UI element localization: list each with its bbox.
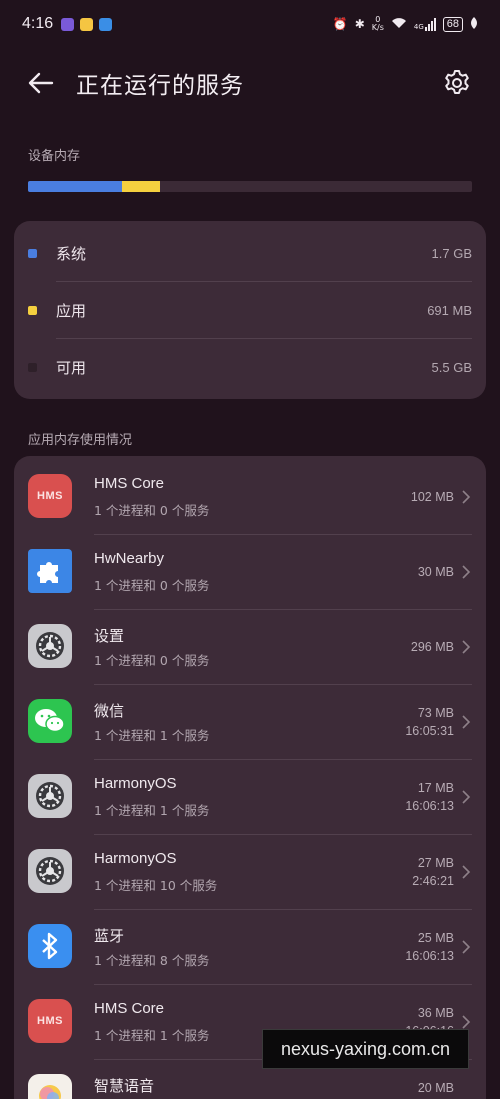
app-row[interactable]: HarmonyOS 1 个进程和 1 个服务 17 MB 16:06:13 [14, 760, 486, 835]
app-run-time: 2:46:21 [412, 874, 454, 888]
back-button[interactable] [26, 68, 56, 98]
chevron-right-icon [462, 490, 471, 504]
chevron-right-icon [462, 790, 471, 804]
legend-label: 系统 [56, 244, 87, 263]
alarm-icon: ⏰ [332, 17, 348, 31]
app-name: 智慧语音 [94, 1078, 155, 1095]
legend-label: 可用 [56, 358, 87, 377]
device-memory-label: 设备内存 [28, 149, 81, 164]
app-memory-size: 73 MB [417, 706, 454, 720]
app-memory-size: 296 MB [410, 640, 454, 654]
chevron-right-icon [462, 715, 471, 729]
legend-value: 5.5 GB [431, 359, 472, 375]
legend-dot-free [28, 362, 37, 372]
bluetooth-icon [28, 924, 72, 968]
app-run-time: 16:05:31 [405, 724, 454, 738]
app-process-info: 1 个进程和 1 个服务 [94, 1028, 210, 1043]
app-name: 微信 [94, 703, 125, 720]
app-memory-size: 102 MB [410, 490, 454, 504]
app-row[interactable]: 设置 1 个进程和 0 个服务 296 MB [14, 610, 486, 685]
battery-indicator: 68 [442, 16, 463, 32]
app-memory-size: 20 MB [417, 1081, 454, 1095]
status-bar: 4:16 ⏰ ✱ 0 K/s 4G 68 [0, 0, 500, 48]
watermark: nexus-yaxing.com.cn [262, 1029, 469, 1069]
app-row[interactable]: 蓝牙 1 个进程和 8 个服务 25 MB 16:06:13 [14, 910, 486, 985]
status-time: 4:16 [22, 15, 54, 32]
app-run-time: 16:06:13 [405, 799, 454, 813]
memory-bar-system-segment [28, 181, 123, 192]
app-name: HarmonyOS [94, 850, 177, 867]
app-row[interactable]: HwNearby 1 个进程和 0 个服务 30 MB [14, 535, 486, 610]
legend-value: 691 MB [427, 302, 472, 318]
network-speed: 0 K/s [371, 15, 384, 32]
app-process-info: 1 个进程和 8 个服务 [94, 953, 210, 968]
app-name: HarmonyOS [94, 775, 177, 792]
app-process-info: 1 个进程和 1 个服务 [94, 803, 210, 818]
app-memory-size: 27 MB [417, 856, 454, 870]
charging-leaf-icon [470, 16, 478, 32]
legend-dot-apps [28, 305, 37, 315]
notification-app-icon [61, 17, 75, 31]
back-arrow-icon [28, 72, 54, 94]
app-list-card: HMS HMS Core 1 个进程和 0 个服务 102 MB HwNearb… [14, 456, 486, 1099]
settings-gear-icon [28, 849, 72, 893]
legend-row-free: 可用 5.5 GB [14, 339, 486, 395]
app-memory-label: 应用内存使用情况 [28, 433, 133, 448]
legend-label: 应用 [56, 301, 87, 320]
puzzle-icon [28, 549, 72, 593]
legend-dot-system [28, 248, 37, 258]
app-row[interactable]: HMS HMS Core 1 个进程和 0 个服务 102 MB [14, 460, 486, 535]
app-process-info: 1 个进程和 10 个服务 [94, 878, 218, 893]
app-process-info: 1 个进程和 1 个服务 [94, 728, 210, 743]
app-name: 设置 [94, 628, 125, 645]
notification-app-icon [80, 17, 94, 31]
hms-core-icon: HMS [28, 474, 72, 518]
settings-gear-icon [28, 774, 72, 818]
chevron-right-icon [462, 565, 471, 579]
app-name: 蓝牙 [94, 928, 125, 945]
hms-core-icon: HMS [28, 999, 72, 1043]
wifi-icon [391, 17, 407, 32]
app-run-time: 16:06:13 [405, 949, 454, 963]
cell-signal-icon: 4G [414, 17, 436, 31]
app-row[interactable]: 微信 1 个进程和 1 个服务 73 MB 16:05:31 [14, 685, 486, 760]
app-process-info: 1 个进程和 0 个服务 [94, 653, 210, 668]
wechat-icon [28, 699, 72, 743]
settings-button[interactable] [443, 69, 471, 97]
app-name: HMS Core [94, 475, 165, 492]
app-memory-size: 30 MB [417, 565, 454, 579]
gear-icon [445, 70, 469, 94]
app-row[interactable]: HarmonyOS 1 个进程和 10 个服务 27 MB 2:46:21 [14, 835, 486, 910]
memory-legend-card: 系统 1.7 GB 应用 691 MB 可用 5.5 GB [14, 221, 486, 399]
app-memory-size: 25 MB [417, 931, 454, 945]
app-process-info: 1 个进程和 0 个服务 [94, 578, 210, 593]
chevron-right-icon [462, 640, 471, 654]
chevron-right-icon [462, 1015, 471, 1029]
legend-row-system: 系统 1.7 GB [14, 225, 486, 281]
app-name: HMS Core [94, 1000, 165, 1017]
app-memory-size: 36 MB [417, 1006, 454, 1020]
legend-value: 1.7 GB [431, 245, 472, 261]
page-title: 正在运行的服务 [76, 73, 244, 99]
smart-voice-icon [28, 1074, 72, 1099]
app-bar: 正在运行的服务 [0, 52, 500, 112]
settings-gear-icon [28, 624, 72, 668]
notification-app-icon [99, 17, 113, 31]
bluetooth-status-icon: ✱ [354, 17, 365, 31]
app-name: HwNearby [94, 550, 165, 567]
chevron-right-icon [462, 940, 471, 954]
legend-row-apps: 应用 691 MB [14, 282, 486, 338]
memory-bar-apps-segment [122, 181, 160, 192]
chevron-right-icon [462, 865, 471, 879]
app-memory-size: 17 MB [417, 781, 454, 795]
app-process-info: 1 个进程和 0 个服务 [94, 503, 210, 518]
memory-usage-bar [28, 181, 472, 192]
